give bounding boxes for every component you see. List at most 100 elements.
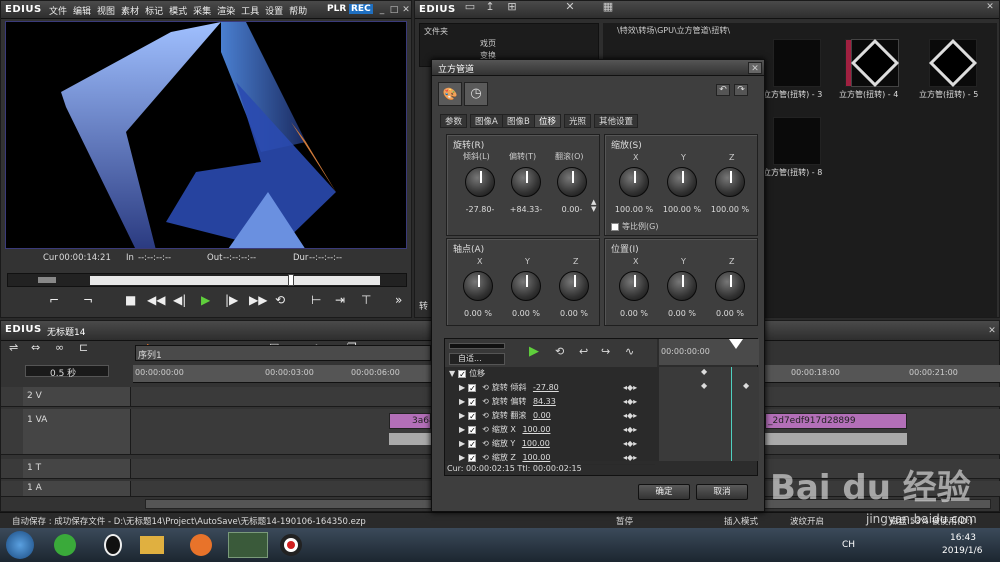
group-icon[interactable]: ⊏ bbox=[79, 341, 88, 354]
menu-item[interactable]: 设置 bbox=[265, 4, 283, 17]
mark-in-icon[interactable]: ⌐ bbox=[49, 293, 59, 307]
tilt-value[interactable]: -27.80- bbox=[455, 205, 505, 214]
bin-close-icon[interactable]: ✕ bbox=[983, 1, 997, 13]
position-x-knob[interactable] bbox=[619, 271, 649, 301]
menu-item[interactable]: 标记 bbox=[145, 4, 163, 17]
menu-item[interactable]: 素材 bbox=[121, 4, 139, 17]
ok-button[interactable]: 确定 bbox=[638, 484, 690, 500]
kf-param-value[interactable]: 100.00 bbox=[522, 425, 550, 434]
yaw-value[interactable]: +84.33- bbox=[501, 205, 551, 214]
kf-param-value[interactable]: 84.33 bbox=[533, 397, 556, 406]
browser-icon[interactable] bbox=[54, 534, 76, 556]
stop-icon[interactable]: ■ bbox=[125, 293, 136, 307]
tilt-knob[interactable] bbox=[465, 167, 495, 197]
tree-item[interactable]: 戏页 bbox=[480, 38, 496, 49]
kf-slider[interactable] bbox=[449, 343, 505, 349]
scale-x-knob[interactable] bbox=[619, 167, 649, 197]
scale-y-knob[interactable] bbox=[667, 167, 697, 197]
tab-params[interactable]: 参数 bbox=[440, 114, 468, 128]
rec-toggle[interactable]: REC bbox=[349, 4, 373, 14]
roll-spinner-icon[interactable]: ▲ ▼ bbox=[591, 199, 596, 213]
menu-item[interactable]: 采集 bbox=[193, 4, 211, 17]
clip-thumbnail[interactable] bbox=[773, 39, 821, 87]
tab-image-a[interactable]: 图像A bbox=[470, 114, 503, 128]
kf-param-row[interactable]: ▶⟲旋转 翻滚 0.00◂◆▸ bbox=[445, 409, 655, 423]
audio-clip[interactable] bbox=[389, 433, 431, 445]
dialog-close-icon[interactable]: ✕ bbox=[748, 62, 762, 74]
step-forward-icon[interactable]: |▶ bbox=[225, 293, 238, 307]
kf-nav-icon[interactable]: ◂◆▸ bbox=[623, 381, 637, 394]
timeline-close-icon[interactable]: ✕ bbox=[985, 325, 999, 337]
kf-param-value[interactable]: 0.00 bbox=[533, 411, 551, 420]
sync-icon[interactable]: ⇔ bbox=[31, 341, 40, 354]
menu-item[interactable]: 文件 bbox=[49, 4, 67, 17]
tab-lighting[interactable]: 光照 bbox=[564, 114, 592, 128]
clip-thumbnail[interactable] bbox=[850, 38, 900, 88]
axis-z-value[interactable]: 0.00 % bbox=[549, 309, 599, 318]
video-clip[interactable]: _2d7edf917d28899 bbox=[765, 413, 907, 429]
clip-thumbnail[interactable] bbox=[773, 117, 821, 165]
scale-x-value[interactable]: 100.00 % bbox=[609, 205, 659, 214]
mode-icon[interactable]: ⇌ bbox=[9, 341, 18, 354]
kf-mode-dropdown[interactable]: 自适... bbox=[449, 353, 505, 365]
more-icon[interactable]: » bbox=[395, 293, 402, 307]
kf-param-row[interactable]: ▶⟲缩放 Z 100.00◂◆▸ bbox=[445, 451, 655, 465]
kf-nav-icon[interactable]: ◂◆▸ bbox=[623, 395, 637, 408]
position-z-value[interactable]: 0.00 % bbox=[705, 309, 755, 318]
tab-other-settings[interactable]: 其他设置 bbox=[594, 114, 639, 128]
fast-forward-icon[interactable]: ▶▶ bbox=[249, 293, 267, 307]
scale-z-knob[interactable] bbox=[715, 167, 745, 197]
play-icon[interactable]: ▶ bbox=[201, 293, 210, 307]
kf-play-icon[interactable]: ▶ bbox=[529, 344, 539, 359]
split-icon[interactable]: ⊤ bbox=[361, 293, 371, 307]
step-back-icon[interactable]: ◀| bbox=[173, 293, 186, 307]
kf-param-value[interactable]: 100.00 bbox=[522, 439, 550, 448]
kf-ruler[interactable]: 00:00:00:00 bbox=[659, 339, 759, 365]
start-button[interactable] bbox=[6, 531, 34, 559]
roll-value[interactable]: 0.00- bbox=[547, 205, 597, 214]
menu-item[interactable]: 模式 bbox=[169, 4, 187, 17]
timer-button[interactable]: ◷ bbox=[464, 82, 488, 106]
plr-toggle[interactable]: PLR bbox=[327, 4, 346, 14]
clock-date[interactable]: 2019/1/6 bbox=[942, 546, 982, 556]
axis-y-knob[interactable] bbox=[511, 271, 541, 301]
kf-nav-icon[interactable]: ◂◆▸ bbox=[623, 409, 637, 422]
audio-clip[interactable] bbox=[765, 433, 907, 445]
axis-y-value[interactable]: 0.00 % bbox=[501, 309, 551, 318]
kf-playhead[interactable] bbox=[729, 339, 743, 349]
playhead-marker[interactable] bbox=[288, 274, 294, 286]
menu-item[interactable]: 编辑 bbox=[73, 4, 91, 17]
kf-param-row[interactable]: ▶⟲旋转 偏转 84.33◂◆▸ bbox=[445, 395, 655, 409]
mark-out-icon[interactable]: ¬ bbox=[83, 293, 93, 307]
kf-param-row[interactable]: ▶⟲缩放 Y 100.00◂◆▸ bbox=[445, 437, 655, 451]
kf-curve-icon[interactable]: ∿ bbox=[625, 345, 634, 358]
loop-icon[interactable]: ⟲ bbox=[275, 293, 285, 307]
menu-item[interactable]: 帮助 bbox=[289, 4, 307, 17]
undo-button[interactable]: ↶ bbox=[716, 84, 730, 96]
add-clip-icon[interactable]: ⊞ bbox=[505, 1, 519, 13]
kf-param-value[interactable]: 100.00 bbox=[522, 453, 550, 462]
link-icon[interactable]: ∞ bbox=[55, 341, 64, 354]
effect-palette-button[interactable]: 🎨 bbox=[438, 82, 462, 106]
view-icon[interactable]: ▦ bbox=[601, 1, 615, 13]
insert-mode[interactable]: 插入模式 bbox=[724, 515, 758, 527]
cut-icon[interactable]: ✕ bbox=[563, 1, 577, 13]
folder-icon[interactable]: ▭ bbox=[463, 1, 477, 13]
video-clip[interactable]: 3a68 bbox=[389, 413, 435, 429]
axis-x-value[interactable]: 0.00 % bbox=[453, 309, 503, 318]
position-y-knob[interactable] bbox=[667, 271, 697, 301]
player-scrubber[interactable] bbox=[7, 273, 407, 287]
menu-item[interactable]: 视图 bbox=[97, 4, 115, 17]
kf-param-row[interactable]: ▶⟲缩放 X 100.00◂◆▸ bbox=[445, 423, 655, 437]
clip-thumbnail[interactable] bbox=[928, 38, 978, 88]
position-x-value[interactable]: 0.00 % bbox=[609, 309, 659, 318]
sequence-tab[interactable]: 序列1 bbox=[135, 345, 431, 361]
edius-task-icon[interactable] bbox=[228, 532, 268, 558]
menu-item[interactable]: 工具 bbox=[241, 4, 259, 17]
redo-button[interactable]: ↷ bbox=[734, 84, 748, 96]
kf-root-row[interactable]: ▼位移 bbox=[445, 367, 655, 381]
menu-item[interactable]: 渲染 bbox=[217, 4, 235, 17]
tab-image-b[interactable]: 图像B bbox=[502, 114, 535, 128]
kf-nav-icon[interactable]: ◂◆▸ bbox=[623, 437, 637, 450]
kf-nav-icon[interactable]: ◂◆▸ bbox=[623, 423, 637, 436]
